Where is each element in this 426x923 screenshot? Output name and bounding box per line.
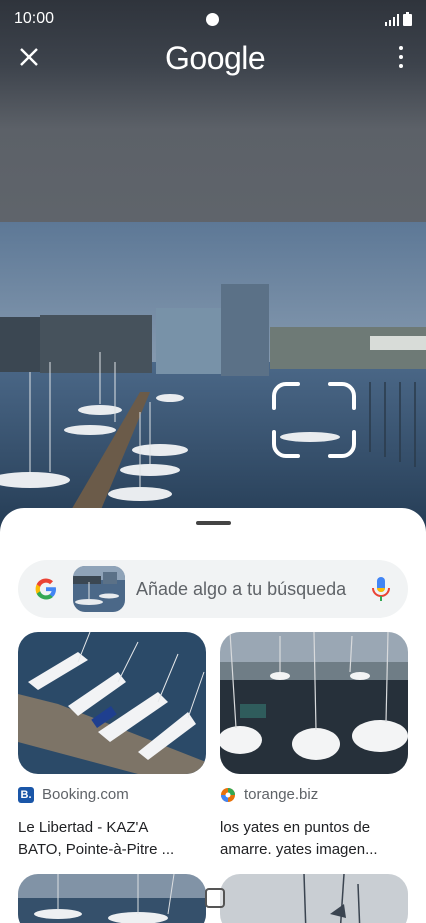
- result-image[interactable]: [220, 874, 408, 923]
- signal-icon: [385, 14, 399, 26]
- result-image[interactable]: [220, 632, 408, 774]
- selected-image[interactable]: [0, 222, 426, 540]
- result-title[interactable]: Le Libertad - KAZ'A BATO, Pointe-à-Pitre…: [18, 817, 206, 861]
- more-options-icon[interactable]: [398, 46, 404, 68]
- result-source: Booking.com: [42, 786, 129, 803]
- result-title[interactable]: los yates en puntos de amarre. yates ima…: [220, 817, 408, 861]
- google-g-icon: [35, 578, 56, 600]
- result-title-line: amarre. yates imagen...: [220, 841, 378, 858]
- battery-icon: [403, 12, 412, 26]
- status-time: 10:00: [14, 10, 55, 27]
- booking-favicon-icon: B.: [18, 786, 34, 803]
- home-button[interactable]: [205, 888, 225, 908]
- result-title-line: los yates en puntos de: [220, 819, 371, 836]
- google-logo: Google: [165, 40, 266, 76]
- camera-cutout: [206, 13, 219, 26]
- search-placeholder: Añade algo a tu búsqueda: [136, 579, 347, 599]
- result-title-line: BATO, Pointe-à-Pitre ...: [18, 841, 175, 858]
- status-bar: 10:00: [0, 0, 426, 40]
- result-card[interactable]: torange.biz los yates en puntos de amarr…: [220, 632, 408, 861]
- top-app-bar: Google: [0, 38, 426, 78]
- result-title-line: Le Libertad - KAZ'A: [18, 819, 149, 836]
- close-icon[interactable]: [18, 46, 40, 68]
- query-image-thumbnail[interactable]: [73, 566, 125, 612]
- drag-handle[interactable]: [196, 521, 231, 525]
- search-bar[interactable]: Añade algo a tu búsqueda: [18, 560, 408, 618]
- result-source: torange.biz: [244, 786, 319, 803]
- signal-battery-icons: [385, 12, 412, 26]
- result-card[interactable]: B. Booking.com Le Libertad - KAZ'A BATO,…: [18, 632, 206, 861]
- result-image[interactable]: [18, 874, 206, 923]
- microphone-icon[interactable]: [371, 576, 391, 602]
- torange-favicon-icon: [221, 787, 235, 802]
- results-sheet: Añade algo a tu búsqueda B. Booking.com …: [0, 508, 426, 923]
- result-image[interactable]: [18, 632, 206, 774]
